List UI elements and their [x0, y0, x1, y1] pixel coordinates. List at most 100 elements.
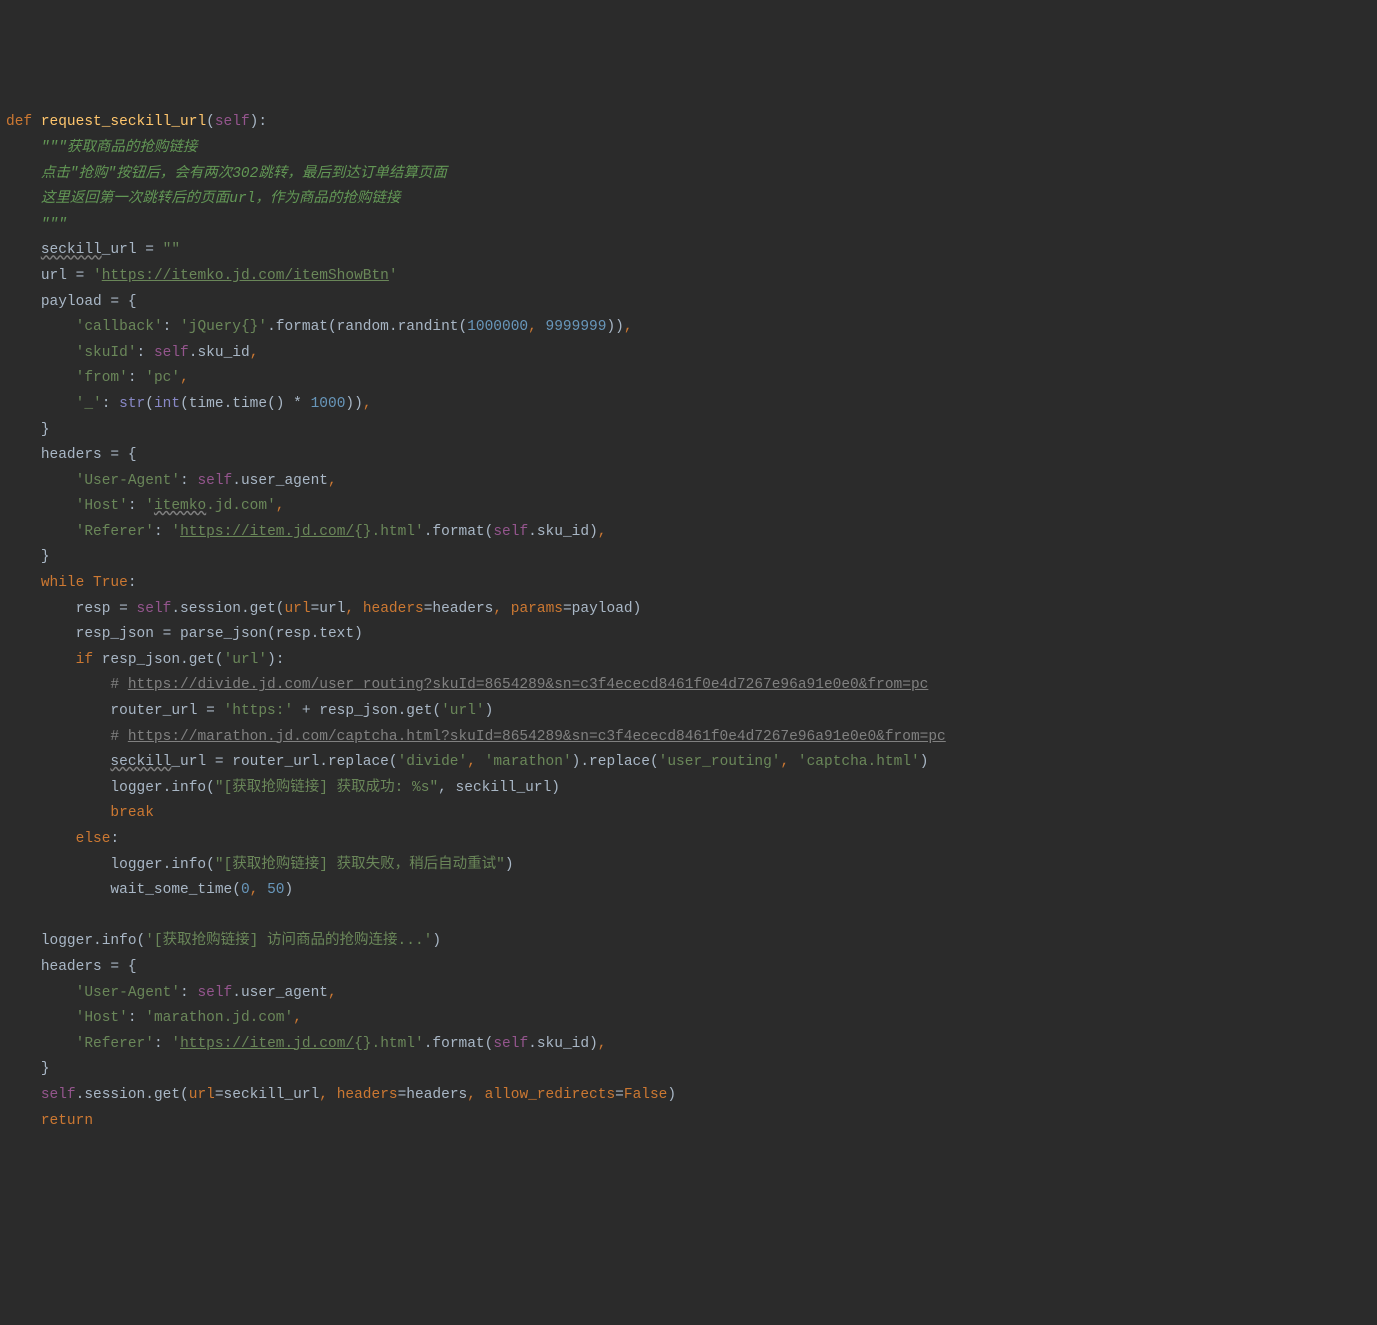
string-literal: 'pc'	[145, 370, 180, 386]
code-text: payload = {	[41, 294, 137, 310]
code-text: resp_json.get(	[102, 652, 224, 668]
code-text: )	[485, 703, 494, 719]
number-literal: 1000000	[467, 319, 528, 335]
attr-access: .sku_id	[528, 524, 589, 540]
kwarg-name: params	[511, 601, 563, 617]
dict-key: '_'	[76, 396, 102, 412]
attr-access: .user_agent	[232, 985, 328, 1001]
code-text: resp =	[76, 601, 137, 617]
comment-hash: #	[110, 677, 127, 693]
code-text: )	[589, 1036, 598, 1052]
string-literal: '[获取抢购链接] 访问商品的抢购连接...'	[145, 933, 432, 949]
dict-key: 'Host'	[76, 498, 128, 514]
code-text: ):	[267, 652, 284, 668]
docstring-line: """	[41, 217, 67, 233]
comma: ,	[598, 524, 607, 540]
code-text: .format(	[424, 524, 494, 540]
number-literal: 0	[241, 882, 250, 898]
code-text: =	[615, 1087, 624, 1103]
code-text: .session.get(	[76, 1087, 189, 1103]
self-ref: self	[197, 985, 232, 1001]
string-quote: '	[171, 524, 180, 540]
comment-url: https://marathon.jd.com/captcha.html?sku…	[128, 729, 946, 745]
string-literal: 'marathon'	[485, 754, 572, 770]
self-ref: self	[493, 524, 528, 540]
code-text: _url = router_url.replace(	[171, 754, 397, 770]
code-text: :	[180, 985, 197, 1001]
comma: ,	[345, 601, 362, 617]
code-text: }	[41, 1061, 50, 1077]
kwarg-name: url	[189, 1087, 215, 1103]
code-text: _url =	[102, 242, 163, 258]
string-tail: {}.html'	[354, 1036, 424, 1052]
code-text: .format(	[424, 1036, 494, 1052]
code-text: logger.info(	[110, 780, 214, 796]
self-ref: self	[197, 473, 232, 489]
code-text: headers = {	[41, 447, 137, 463]
builtin-str: str	[119, 396, 145, 412]
dict-key: 'Referer'	[76, 1036, 154, 1052]
attr-access: .sku_id	[528, 1036, 589, 1052]
code-text: }	[41, 549, 50, 565]
comma: ,	[467, 1087, 484, 1103]
dict-key: 'User-Agent'	[76, 985, 180, 1001]
self-ref: self	[493, 1036, 528, 1052]
comment-hash: #	[110, 729, 127, 745]
code-editor-content[interactable]: def request_seckill_url(self): """获取商品的抢…	[0, 102, 1377, 1174]
warned-identifier: seckill	[41, 242, 102, 258]
comma: ,	[528, 319, 545, 335]
code-text: :	[154, 1036, 171, 1052]
code-text: :	[102, 396, 119, 412]
code-text: headers = {	[41, 959, 137, 975]
number-literal: 1000	[311, 396, 346, 412]
comma: ,	[250, 882, 267, 898]
comma: ,	[250, 345, 259, 361]
code-text: ))	[606, 319, 623, 335]
comma: ,	[328, 985, 337, 1001]
code-text: .format(random.randint(	[267, 319, 467, 335]
string-literal: 'captcha.html'	[798, 754, 920, 770]
comma: ,	[363, 396, 372, 412]
keyword-true: True	[93, 575, 128, 591]
code-text: =seckill_url	[215, 1087, 319, 1103]
keyword-false: False	[624, 1087, 668, 1103]
string-literal: 'divide'	[398, 754, 468, 770]
warned-string: itemko	[154, 498, 206, 514]
docstring-line: """获取商品的抢购链接	[41, 140, 198, 156]
keyword-break: break	[110, 805, 154, 821]
code-text: :	[154, 524, 171, 540]
string-literal: 'marathon.jd.com'	[145, 1010, 293, 1026]
code-text: wait_some_time(	[110, 882, 241, 898]
string-quote: '	[389, 268, 398, 284]
code-text: =headers	[424, 601, 494, 617]
string-quote: '	[145, 498, 154, 514]
keyword-while: while	[41, 575, 85, 591]
docstring-line: 这里返回第一次跳转后的页面url，作为商品的抢购链接	[41, 191, 401, 207]
kwarg-name: headers	[363, 601, 424, 617]
code-text: :	[137, 345, 154, 361]
string-literal: 'https:'	[224, 703, 294, 719]
dict-key: 'skuId'	[76, 345, 137, 361]
dict-key: 'User-Agent'	[76, 473, 180, 489]
self-ref: self	[154, 345, 189, 361]
self-ref: self	[41, 1087, 76, 1103]
code-text: ))	[345, 396, 362, 412]
keyword-if: if	[76, 652, 93, 668]
code-text: )	[505, 857, 514, 873]
url-string: https://itemko.jd.com/itemShowBtn	[102, 268, 389, 284]
code-text: (time.time() *	[180, 396, 311, 412]
dict-key: 'Host'	[76, 1010, 128, 1026]
code-text: :	[128, 498, 145, 514]
function-name: request_seckill_url	[41, 114, 206, 130]
warned-identifier: seckill	[110, 754, 171, 770]
builtin-int: int	[154, 396, 180, 412]
string-quote: '	[93, 268, 102, 284]
code-text: + resp_json.get(	[293, 703, 441, 719]
string-literal: "[获取抢购链接] 获取失败，稍后自动重试"	[215, 857, 505, 873]
number-literal: 9999999	[546, 319, 607, 335]
string-literal: "[获取抢购链接] 获取成功: %s"	[215, 780, 438, 796]
code-text: =url	[311, 601, 346, 617]
code-line: def request_seckill_url(self):	[6, 114, 267, 130]
comma: ,	[493, 601, 510, 617]
attr-access: .sku_id	[189, 345, 250, 361]
